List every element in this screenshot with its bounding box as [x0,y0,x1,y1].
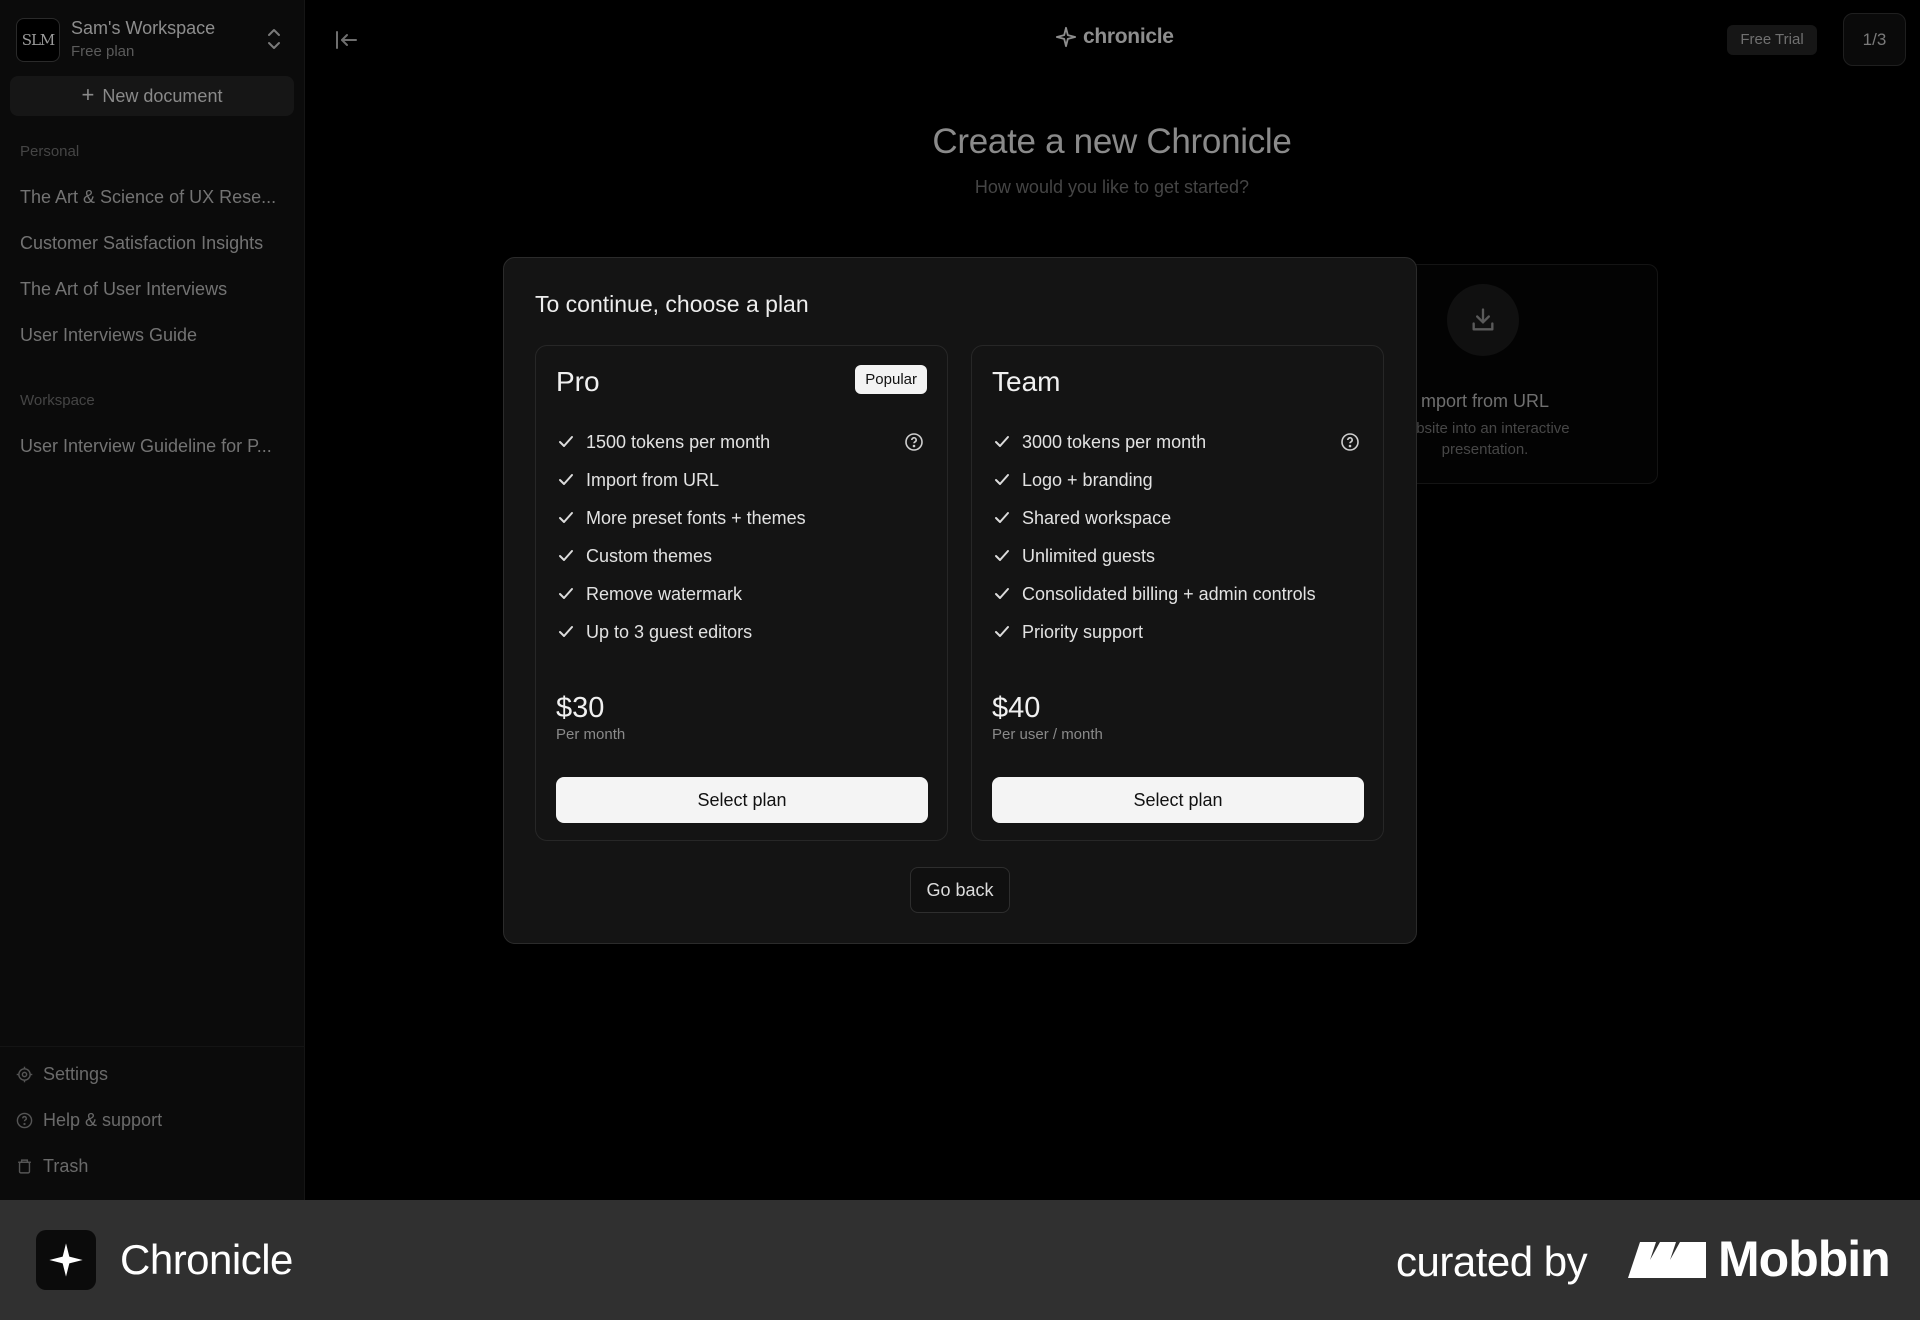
feature-label: 1500 tokens per month [586,431,771,452]
feature-item: 3000 tokens per month [992,423,1366,461]
feature-item: 1500 tokens per month [556,423,930,461]
check-icon [995,626,1009,637]
feature-item: Custom themes [556,537,930,575]
feature-label: Import from URL [586,469,720,490]
feature-item: Logo + branding [992,461,1366,499]
sidebar-item-document[interactable]: The Art of User Interviews [20,279,290,300]
mobbin-logo-icon [1628,1242,1706,1278]
feature-label: Logo + branding [1022,469,1153,490]
attribution-banner: Chronicle curated by Mobbin [0,1200,1920,1320]
workspace-name: Sam's Workspace [71,18,216,38]
popular-badge: Popular [855,365,927,394]
new-document-button[interactable]: + New document [10,76,294,116]
plan-card-team: Team 3000 tokens per month Logo + brandi… [971,345,1384,841]
plan-price: $40 [992,692,1041,724]
download-icon [1447,284,1519,356]
page-title: Create a new Chronicle [932,122,1292,161]
check-icon [559,588,573,599]
choose-plan-modal: To continue, choose a plan Pro Popular 1… [503,257,1417,944]
check-icon [995,512,1009,523]
feature-list: 3000 tokens per month Logo + branding Sh… [992,423,1366,651]
chevron-up-down-icon [268,29,280,49]
help-circle-icon[interactable] [1340,432,1360,452]
brand-logo: chronicle [1055,25,1174,49]
feature-item: Shared workspace [992,499,1366,537]
plan-price: $30 [556,692,605,724]
collapse-sidebar-icon[interactable] [332,26,360,54]
select-team-plan-button[interactable]: Select plan [992,777,1364,823]
sidebar-item-document[interactable]: User Interview Guideline for P... [20,436,290,457]
check-icon [995,550,1009,561]
sidebar-item-document[interactable]: Customer Satisfaction Insights [20,233,290,254]
go-back-button[interactable]: Go back [910,867,1010,913]
plus-icon: + [81,82,95,107]
app-window: SLM Sam's Workspace Free plan + New docu… [0,0,1920,1200]
feature-label: Unlimited guests [1022,545,1156,566]
plan-name: Team [992,366,1061,397]
trash-label: Trash [43,1156,89,1176]
feature-item: Consolidated billing + admin controls [992,575,1366,613]
help-circle-icon[interactable] [904,432,924,452]
curated-by-label: curated by [1396,1238,1588,1285]
feature-label: Consolidated billing + admin controls [1022,583,1316,604]
plan-name: Pro [556,366,600,397]
feature-list: 1500 tokens per month Import from URL Mo… [556,423,930,651]
plan-price-unit: Per month [556,726,626,743]
gear-icon [16,1066,33,1083]
feature-item: Remove watermark [556,575,930,613]
feature-item: Unlimited guests [992,537,1366,575]
check-icon [559,436,573,447]
free-trial-badge[interactable]: Free Trial [1727,25,1817,55]
check-icon [559,474,573,485]
workspace-avatar: SLM [16,18,60,62]
feature-label: Up to 3 guest editors [586,621,753,642]
feature-label: Priority support [1022,621,1144,642]
feature-item: Priority support [992,613,1366,651]
workspace-switcher[interactable]: SLM Sam's Workspace Free plan [14,14,290,64]
trash-link[interactable]: Trash [16,1156,88,1177]
feature-item: Import from URL [556,461,930,499]
feature-item: More preset fonts + themes [556,499,930,537]
feature-label: Custom themes [586,545,713,566]
page-counter[interactable]: 1/3 [1843,13,1906,66]
check-icon [559,550,573,561]
help-support-link[interactable]: Help & support [16,1110,162,1131]
check-icon [995,474,1009,485]
select-pro-plan-button[interactable]: Select plan [556,777,928,823]
check-icon [559,512,573,523]
feature-label: Remove watermark [586,583,743,604]
page-subtitle: How would you like to get started? [974,177,1250,197]
help-circle-icon [16,1112,33,1129]
mobbin-wordmark: Mobbin [1718,1231,1891,1287]
sidebar-footer: Settings Help & support Trash [0,1046,305,1200]
section-label-workspace: Workspace [20,392,95,409]
chronicle-logo-icon [36,1230,96,1290]
plan-price-unit: Per user / month [992,726,1103,743]
feature-item: Up to 3 guest editors [556,613,930,651]
sidebar-item-document[interactable]: User Interviews Guide [20,325,290,346]
feature-label: More preset fonts + themes [586,507,806,528]
sparkle-icon [1055,26,1077,48]
banner-app-name: Chronicle [120,1236,293,1283]
check-icon [995,436,1009,447]
trash-icon [18,1159,31,1174]
brand-name: chronicle [1083,25,1174,48]
settings-label: Settings [43,1064,109,1084]
plan-card-pro: Pro Popular 1500 tokens per month Import… [535,345,948,841]
help-support-label: Help & support [43,1110,163,1130]
feature-label: Shared workspace [1022,507,1172,528]
settings-link[interactable]: Settings [16,1064,108,1085]
workspace-plan: Free plan [71,43,135,60]
check-icon [995,588,1009,599]
feature-label: 3000 tokens per month [1022,431,1207,452]
check-icon [559,626,573,637]
new-document-label: New document [102,85,223,106]
modal-title: To continue, choose a plan [535,291,809,317]
